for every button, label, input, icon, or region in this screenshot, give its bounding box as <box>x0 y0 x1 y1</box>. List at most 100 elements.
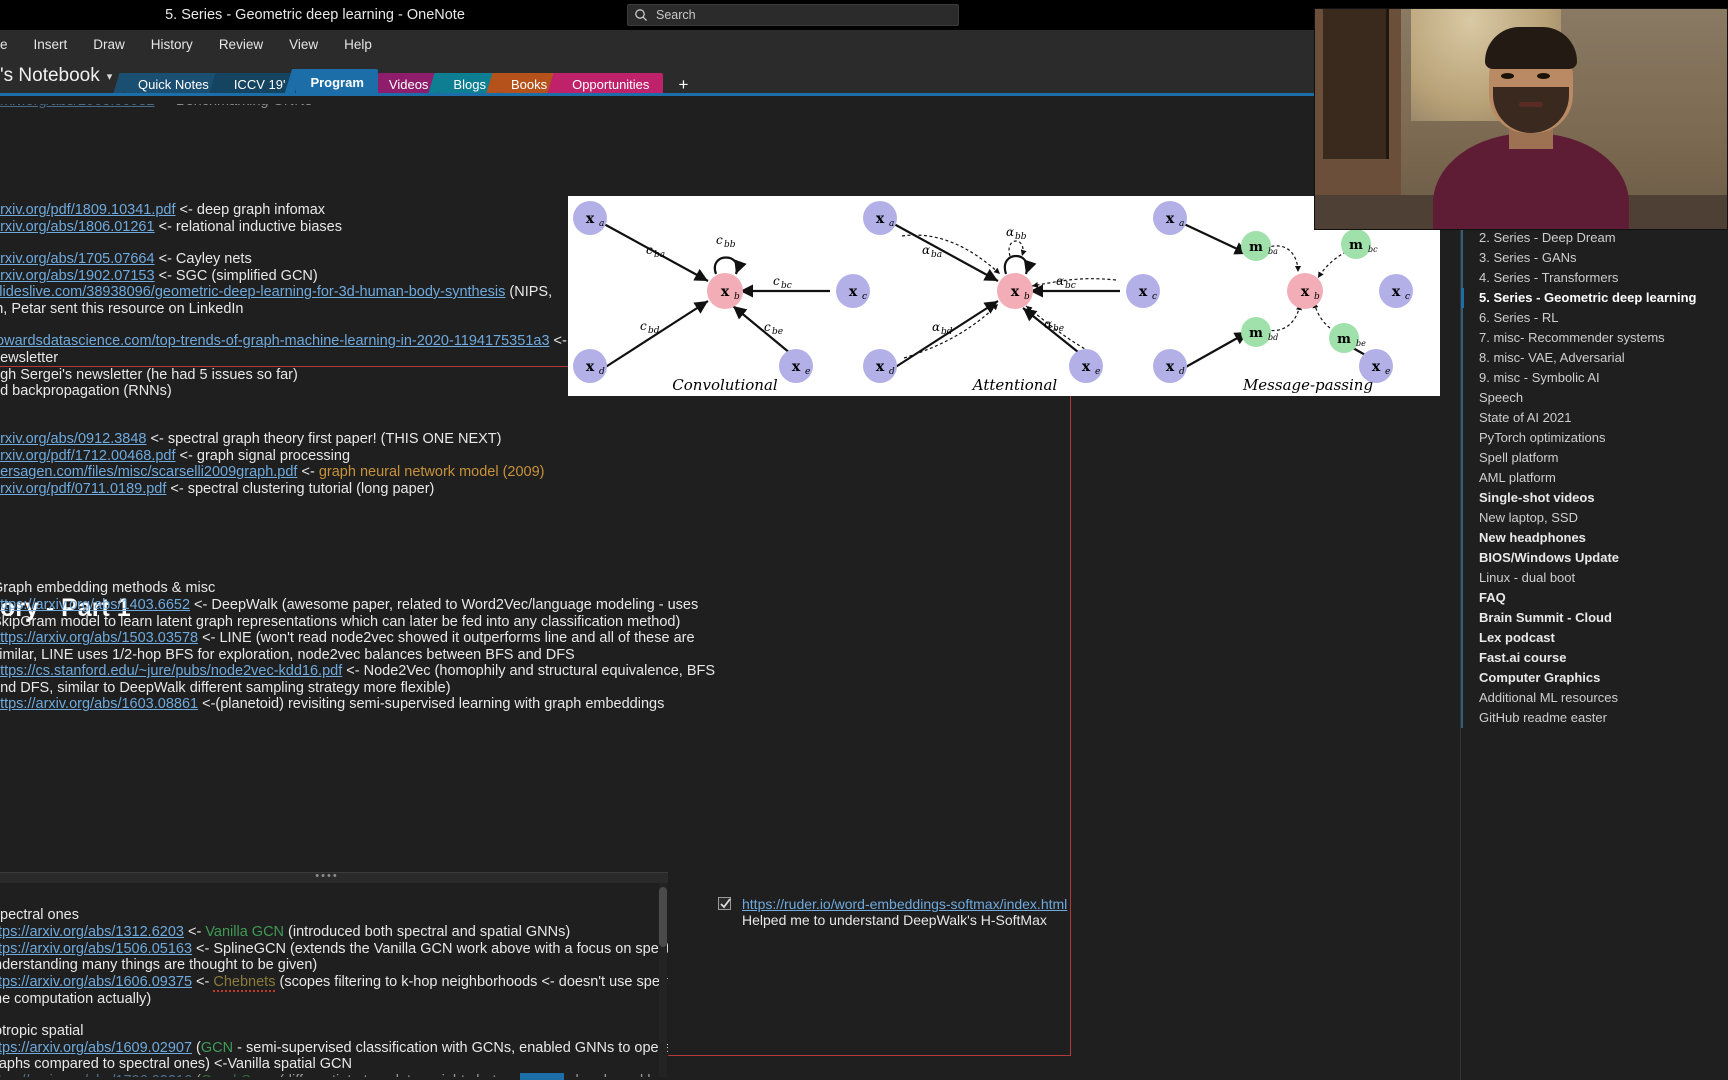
page-list-item[interactable]: 3. Series - GANs <box>1461 248 1728 268</box>
menu-item-history[interactable]: History <box>138 30 206 60</box>
drag-handle[interactable]: •••• <box>0 871 668 883</box>
search-icon <box>634 7 650 23</box>
svg-text:x: x <box>1372 359 1381 375</box>
note-link[interactable]: ttps://arxiv.org/abs/1506.05163 <box>0 941 192 957</box>
page-list-item[interactable]: Speech <box>1461 388 1728 408</box>
list-item: SkipGram model to learn latent graph rep… <box>0 614 680 631</box>
svg-text:α: α <box>1056 274 1064 288</box>
todo-checkbox[interactable] <box>718 897 731 910</box>
menu-item-draw[interactable]: Draw <box>80 30 138 60</box>
page-list-item[interactable]: 9. misc - Symbolic AI <box>1461 368 1728 388</box>
note-link[interactable]: arxiv.org/pdf/0711.0189.pdf <box>0 481 166 497</box>
page-list-item[interactable]: GitHub readme easter <box>1461 708 1728 728</box>
list-item: ttps://arxiv.org/abs/1606.09375 <- Chebn… <box>0 974 668 992</box>
list-item: arxiv.org/abs/0912.3848 <- spectral grap… <box>0 431 501 448</box>
menu-item-insert[interactable]: Insert <box>21 30 81 60</box>
webcam-overlay[interactable] <box>1314 8 1728 230</box>
note-link[interactable]: https://arxiv.org/abs/1503.03578 <box>0 630 198 646</box>
svg-text:b: b <box>1024 292 1030 302</box>
note-link[interactable]: ttps://arxiv.org/abs/1609.02907 <box>0 1040 192 1056</box>
svg-text:a: a <box>599 219 604 229</box>
note-link[interactable]: https://ruder.io/word-embeddings-softmax… <box>742 896 1067 912</box>
note-text: newsletter <box>0 350 59 366</box>
menu-item-view[interactable]: View <box>276 30 331 60</box>
search-input[interactable]: Search <box>627 4 959 26</box>
menu-item-help[interactable]: Help <box>331 30 385 60</box>
page-list-item[interactable]: 2. Series - Deep Dream <box>1461 228 1728 248</box>
note-link[interactable]: arxiv.org/abs/1705.07664 <box>0 251 155 267</box>
list-item: ugh Sergei's newsletter (he had 5 issues… <box>0 367 298 384</box>
note-highlight-text: GCN <box>200 1040 234 1056</box>
note-link[interactable]: https://cs.stanford.edu/~jure/pubs/node2… <box>0 663 342 679</box>
menu-item-review[interactable]: Review <box>206 30 276 60</box>
gnn-flavours-diagram[interactable]: c ba c bb c bc c bd c be x a x c x d x e… <box>568 196 1440 396</box>
svg-text:ba: ba <box>931 250 942 260</box>
note-text: ugh Sergei's newsletter (he had 5 issues… <box>0 367 298 383</box>
svg-text:e: e <box>805 367 810 377</box>
clip-mask <box>0 96 560 104</box>
page-list-item[interactable]: Computer Graphics <box>1461 668 1728 688</box>
list-item: https://arxiv.org/abs/1603.08861 <-(plan… <box>0 696 664 713</box>
note-text: and DFS, similar to DeepWalk different s… <box>0 680 451 696</box>
page-list-item[interactable]: AML platform <box>1461 468 1728 488</box>
list-item: ttps://arxiv.org/abs/1506.05163 <- Splin… <box>0 941 668 958</box>
svg-text:x: x <box>792 359 801 375</box>
page-list-item[interactable]: New laptop, SSD <box>1461 508 1728 528</box>
notebook-selector[interactable]: 's Notebook ▾ <box>0 65 112 87</box>
tab-program[interactable]: Program <box>296 69 378 96</box>
page-list-item[interactable]: BIOS/Windows Update <box>1461 548 1728 568</box>
page-list-item[interactable]: Lex podcast <box>1461 628 1728 648</box>
list-item: pectral ones <box>0 907 79 924</box>
svg-text:x: x <box>1011 284 1020 300</box>
note-link[interactable]: towardsdatascience.com/top-trends-of-gra… <box>0 333 550 349</box>
note-link[interactable]: arxiv.org/abs/1806.01261 <box>0 219 155 235</box>
page-canvas[interactable]: arxiv.org/abs/2003.00982 <- Benchmarking… <box>0 96 1460 1080</box>
note-link[interactable]: https://arxiv.org/abs/1603.08861 <box>0 696 198 712</box>
note-text: otropic spatial <box>0 1023 84 1039</box>
note-link[interactable]: persagen.com/files/misc/scarselli2009gra… <box>0 464 297 480</box>
svg-text:α: α <box>932 320 940 334</box>
secondary-note-pane[interactable]: •••• pectral ones ttps://arxiv.org/abs/1… <box>0 871 668 1080</box>
svg-text:e: e <box>1385 367 1390 377</box>
note-text: <- Node2Vec (homophily and structural eq… <box>342 663 716 679</box>
page-list-item[interactable]: Brain Summit - Cloud <box>1461 608 1728 628</box>
page-list-item[interactable]: Additional ML resources <box>1461 688 1728 708</box>
page-list-item[interactable]: 4. Series - Transformers <box>1461 268 1728 288</box>
page-list-item-selected[interactable]: 5. Series - Geometric deep learning <box>1461 288 1728 308</box>
svg-text:bc: bc <box>781 281 792 291</box>
list-item: arxiv.org/pdf/1712.00468.pdf <- graph si… <box>0 448 350 465</box>
page-list-item[interactable]: 7. misc- Recommender systems <box>1461 328 1728 348</box>
note-text: ed backpropagation (RNNs) <box>0 383 172 399</box>
page-list-item[interactable]: Fast.ai course <box>1461 648 1728 668</box>
note-text: (NIPS, <box>505 284 553 300</box>
note-text: nderstanding many things are thought to … <box>0 957 318 973</box>
page-list-item[interactable]: Single-shot videos <box>1461 488 1728 508</box>
note-link[interactable]: arxiv.org/pdf/1809.10341.pdf <box>0 202 176 218</box>
note-link[interactable]: ttps://arxiv.org/abs/1606.09375 <box>0 974 192 990</box>
note-link[interactable]: https://arxiv.org/abs/1403.6652 <box>0 597 190 613</box>
page-list-item[interactable]: New headphones <box>1461 528 1728 548</box>
svg-text:x: x <box>849 284 858 300</box>
page-list-item[interactable]: State of AI 2021 <box>1461 408 1728 428</box>
scrollbar-thumb[interactable] <box>659 887 667 947</box>
webcam-mouth <box>1519 102 1543 107</box>
page-list-item[interactable]: Spell platform <box>1461 448 1728 468</box>
page-list-item[interactable]: FAQ <box>1461 588 1728 608</box>
note-link[interactable]: arxiv.org/abs/0912.3848 <box>0 431 147 447</box>
note-link[interactable]: ttps://arxiv.org/abs/1312.6203 <box>0 924 184 940</box>
page-list-item[interactable]: 6. Series - RL <box>1461 308 1728 328</box>
svg-text:a: a <box>1179 219 1184 229</box>
svg-text:d: d <box>889 367 895 377</box>
menu-item-file[interactable]: e <box>0 30 21 60</box>
search-placeholder: Search <box>656 8 696 22</box>
note-text: <- SplineGCN (extends the Vanilla GCN wo… <box>196 941 668 957</box>
note-link[interactable]: arxiv.org/abs/1902.07153 <box>0 268 155 284</box>
svg-text:α: α <box>1006 225 1014 239</box>
list-item: arxiv.org/abs/1806.01261 <- relational i… <box>0 219 342 236</box>
note-link[interactable]: arxiv.org/pdf/1712.00468.pdf <box>0 448 176 464</box>
note-link[interactable]: ttps://arxiv.org/abs/1706.02216 <box>0 1073 192 1077</box>
page-list-item[interactable]: 8. misc- VAE, Adversarial <box>1461 348 1728 368</box>
page-list-item[interactable]: PyTorch optimizations <box>1461 428 1728 448</box>
page-list-item[interactable]: Linux - dual boot <box>1461 568 1728 588</box>
note-link[interactable]: slideslive.com/38938096/geometric-deep-l… <box>0 284 505 300</box>
